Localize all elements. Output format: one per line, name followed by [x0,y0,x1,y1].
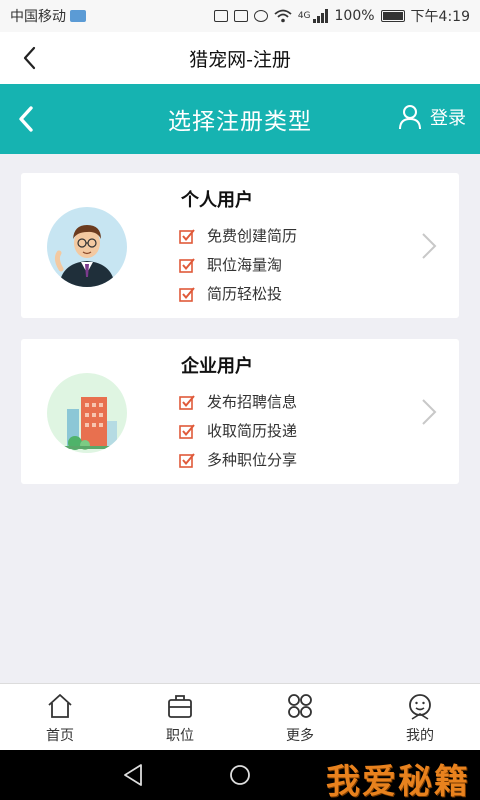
network-type: 4G [297,11,311,21]
feature-item: 发布招聘信息 [179,387,297,416]
personal-user-card[interactable]: 个人用户 免费创建简历 职位海量淘 简历轻松投 [21,173,459,318]
home-icon [48,694,72,718]
building-illustration [57,397,119,450]
nav-label: 首页 [46,728,74,744]
feature-label: 发布招聘信息 [207,393,298,411]
feature-label: 多种职位分享 [207,451,298,469]
status-bar: 中国移动 4G 100% 下午4:19 [0,0,480,32]
webview-title-bar: 猎宠网-注册 [0,32,480,84]
feature-item: 免费创建简历 [179,221,297,250]
nav-item-more[interactable]: 更多 [240,684,360,750]
nav-label: 我的 [406,728,434,744]
login-button[interactable]: 登录 [398,104,466,130]
carrier-label: 中国移动 [10,9,66,25]
enterprise-user-card[interactable]: 企业用户 发布招聘信息 收取简历投递 多种职位分享 [21,339,459,484]
page-title: 选择注册类型 [168,109,312,135]
hd-icon [233,10,248,22]
login-label: 登录 [430,108,466,129]
nav-label: 更多 [286,728,314,744]
grid-icon [288,694,312,718]
battery-percent: 100% [334,8,375,24]
nav-item-jobs[interactable]: 职位 [120,684,240,750]
system-home-icon[interactable] [229,764,251,786]
feature-item: 收取简历投递 [179,416,297,445]
nav-item-home[interactable]: 首页 [0,684,120,750]
chevron-right-icon [422,233,437,259]
enterprise-card-title: 企业用户 [181,356,253,377]
businessman-illustration [54,225,115,287]
system-back-icon[interactable] [122,763,144,787]
status-left: 中国移动 [10,6,86,26]
nav-item-profile[interactable]: 我的 [360,684,480,750]
user-icon [399,105,421,130]
status-right: 4G 100% 下午4:19 [213,6,470,26]
feature-item: 多种职位分享 [179,445,297,474]
checkbox-icon [179,286,195,302]
checkbox-icon [179,394,195,410]
checkbox-icon [179,257,195,273]
feature-label: 免费创建简历 [207,227,298,245]
wifi-icon [274,9,292,23]
personal-feature-list: 免费创建简历 职位海量淘 简历轻松投 [179,221,297,308]
personal-card-title: 个人用户 [181,190,253,211]
enterprise-avatar [47,373,127,453]
android-nav-bar: 我爱秘籍 [0,750,480,800]
feature-label: 职位海量淘 [207,256,283,274]
battery-icon [380,10,405,22]
enterprise-feature-list: 发布招聘信息 收取简历投递 多种职位分享 [179,387,297,474]
eye-icon [253,10,268,22]
nav-label: 职位 [166,728,194,744]
bottom-nav: 首页 职位 更多 我的 [0,683,480,750]
feature-item: 简历轻松投 [179,279,297,308]
briefcase-icon [168,695,192,718]
clock: 下午4:19 [410,9,470,25]
checkbox-icon [179,452,195,468]
notification-icon [70,10,86,22]
watermark-logo: 我爱秘籍 [326,762,470,800]
app-header: 选择注册类型 登录 [0,84,480,154]
checkbox-icon [179,228,195,244]
feature-item: 职位海量淘 [179,250,297,279]
profile-icon [409,694,431,720]
webview-back-icon[interactable] [18,44,42,72]
back-icon[interactable] [14,104,38,134]
personal-avatar [47,207,127,287]
feature-label: 简历轻松投 [207,285,283,303]
feature-label: 收取简历投递 [207,422,298,440]
checkbox-icon [179,423,195,439]
signal-icon [312,9,328,23]
chevron-right-icon [422,399,437,425]
vibrate-icon [213,10,228,22]
webview-title: 猎宠网-注册 [189,48,291,71]
